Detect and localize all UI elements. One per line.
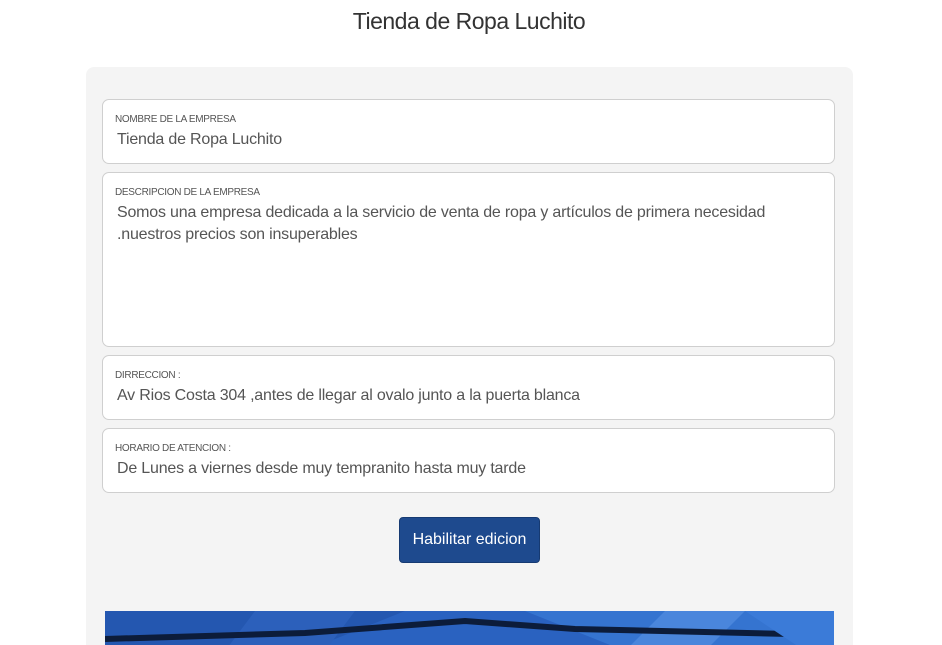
enable-edit-button[interactable]: Habilitar edicion bbox=[399, 517, 540, 563]
banner-graphic bbox=[105, 611, 834, 645]
company-description-textarea[interactable]: Somos una empresa dedicada a la servicio… bbox=[117, 202, 820, 246]
banner-image bbox=[105, 611, 834, 645]
address-label: DIRRECCION : bbox=[115, 370, 181, 381]
page: Tienda de Ropa Luchito NOMBRE DE LA EMPR… bbox=[0, 0, 942, 645]
address-field[interactable]: DIRRECCION : Av Rios Costa 304 ,antes de… bbox=[102, 355, 835, 420]
company-name-field[interactable]: NOMBRE DE LA EMPRESA Tienda de Ropa Luch… bbox=[102, 99, 835, 164]
page-title: Tienda de Ropa Luchito bbox=[352, 8, 586, 34]
company-name-input[interactable]: Tienda de Ropa Luchito bbox=[117, 129, 820, 151]
hours-field[interactable]: HORARIO DE ATENCION : De Lunes a viernes… bbox=[102, 428, 835, 493]
company-name-label: NOMBRE DE LA EMPRESA bbox=[115, 114, 236, 125]
company-description-label: DESCRIPCION DE LA EMPRESA bbox=[115, 187, 260, 198]
company-description-field[interactable]: DESCRIPCION DE LA EMPRESA Somos una empr… bbox=[102, 172, 835, 347]
hours-input[interactable]: De Lunes a viernes desde muy tempranito … bbox=[117, 458, 820, 480]
address-input[interactable]: Av Rios Costa 304 ,antes de llegar al ov… bbox=[117, 385, 820, 407]
hours-label: HORARIO DE ATENCION : bbox=[115, 443, 231, 454]
